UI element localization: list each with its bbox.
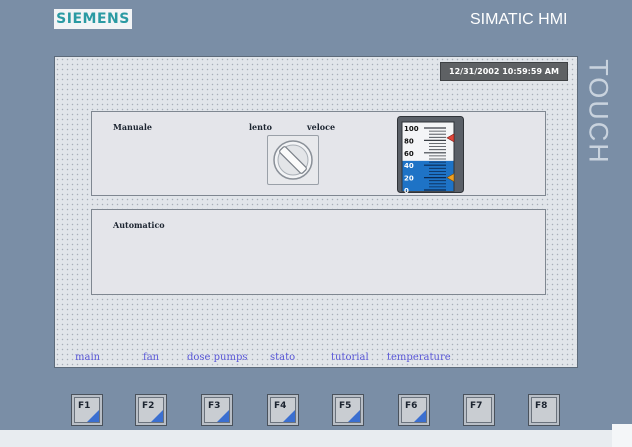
function-key-label: F7 (470, 401, 483, 411)
nav-stato[interactable]: stato (270, 351, 295, 365)
function-key-face: F7 (466, 397, 492, 423)
function-key-f4[interactable]: F4 (267, 394, 299, 426)
auto-panel-title: Automatico (113, 220, 165, 230)
function-key-corner-icon (151, 410, 163, 422)
function-key-corner-icon (283, 410, 295, 422)
function-key-face: F1 (74, 397, 100, 423)
gauge-tick-label: 60 (404, 150, 414, 158)
function-key-f6[interactable]: F6 (398, 394, 430, 426)
gauge-tick-label: 100 (404, 125, 419, 133)
product-name: SIMATIC HMI (470, 11, 568, 28)
screen-navigation: main fan dose pumps stato tutorial tempe… (55, 351, 579, 367)
function-key-face: F3 (204, 397, 230, 423)
function-key-corner-icon (87, 410, 99, 422)
manual-panel-title: Manuale (113, 122, 152, 132)
nav-main[interactable]: main (75, 351, 100, 365)
device-base-corner (612, 424, 632, 447)
nav-dose-pumps[interactable]: dose pumps (187, 351, 248, 365)
gauge-tick-label: 0 (404, 187, 409, 193)
touch-label-text: TOUCH (583, 59, 614, 165)
gauge-tick-label: 40 (404, 162, 414, 170)
function-key-corner-icon (348, 410, 360, 422)
function-key-label: F8 (535, 401, 548, 411)
nav-temperature[interactable]: temperature (387, 351, 451, 365)
gauge-tick-label: 20 (404, 175, 414, 183)
device-base (0, 430, 632, 447)
function-key-face: F5 (335, 397, 361, 423)
function-key-face: F8 (531, 397, 557, 423)
function-key-corner-icon (217, 410, 229, 422)
function-key-f1[interactable]: F1 (71, 394, 103, 426)
auto-panel: Automatico (91, 209, 546, 295)
nav-tutorial[interactable]: tutorial (331, 351, 369, 365)
function-key-f5[interactable]: F5 (332, 394, 364, 426)
function-key-face: F6 (401, 397, 427, 423)
function-key-f7[interactable]: F7 (463, 394, 495, 426)
function-key-f3[interactable]: F3 (201, 394, 233, 426)
slow-label: lento (249, 122, 272, 132)
hmi-screen: 12/31/2002 10:59:59 AM Manuale lento vel… (54, 56, 578, 368)
function-key-corner-icon (414, 410, 426, 422)
brand-logo: SIEMENS (54, 9, 132, 29)
function-key-f2[interactable]: F2 (135, 394, 167, 426)
speed-selector-knob[interactable] (267, 135, 319, 185)
knob-dial-icon (273, 140, 313, 180)
fast-label: veloce (307, 122, 336, 132)
nav-fan[interactable]: fan (143, 351, 159, 365)
function-key-face: F2 (138, 397, 164, 423)
touch-label: TOUCH (583, 52, 614, 172)
level-gauge: 100 80 60 40 20 0 (397, 116, 464, 195)
manual-panel: Manuale lento veloce 100 80 60 40 20 0 (91, 111, 546, 196)
datetime-display: 12/31/2002 10:59:59 AM (440, 62, 568, 81)
function-key-face: F4 (270, 397, 296, 423)
function-key-f8[interactable]: F8 (528, 394, 560, 426)
gauge-tick-label: 80 (404, 137, 414, 145)
level-gauge-svg: 100 80 60 40 20 0 (397, 116, 464, 195)
